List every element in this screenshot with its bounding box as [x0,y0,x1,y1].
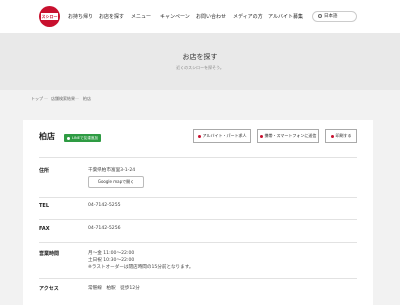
hours-note: ※ラストオーダーは閉店時間の15分前となります。 [88,265,194,270]
access-value: 常磐線 柏駅 徒歩12分 [88,286,140,291]
nav-recruit[interactable]: アルバイト募集 [268,12,303,22]
nav-campaign[interactable]: キャンペーン [160,12,190,22]
page-title: お店を探す [182,53,218,61]
breadcrumb-top[interactable]: トップ [31,96,43,102]
tel-value[interactable]: 04-7142-5255 [88,203,121,208]
print-button-label: 印刷する [335,133,352,138]
print-button[interactable]: 印刷する [325,129,357,143]
line-icon [67,136,70,140]
hours-weekend: 土日祝 10:30～22:00 [88,258,135,263]
language-label: 日本語 [324,14,338,19]
divider [39,197,357,198]
access-label: アクセス [39,286,59,292]
fax-label: FAX [39,226,50,232]
divider [39,242,357,243]
arrow-icon [259,134,263,138]
breadcrumb-separator: — [44,96,48,101]
globe-icon [318,13,322,18]
breadcrumb-current: 柏店 [83,96,91,101]
divider [39,157,357,158]
recruit-button-label: アルバイト・パート求人 [202,133,247,138]
nav-media[interactable]: メディアの方 [233,12,263,22]
breadcrumb-separator: — [75,96,79,101]
divider [39,219,357,220]
arrow-icon [197,134,201,138]
send-to-phone-label: 携帯・スマートフォンに送信 [264,133,317,138]
store-name: 柏店 [39,132,55,141]
breadcrumb-search-results[interactable]: 店舗検索結果 [51,96,75,102]
nav-contact[interactable]: お問い合わせ [196,12,226,22]
address-value: 千葉県柏市富里3-1-24 [88,168,136,173]
hours-label: 営業時間 [39,251,60,257]
google-map-button[interactable]: Google mapで開く [88,176,144,188]
line-add-friend-button[interactable]: LINEで友達追加 [64,134,101,142]
address-label: 住所 [39,168,50,174]
nav-menu[interactable]: メニュー [131,12,151,22]
nav-find-store[interactable]: お店を探す [99,12,124,22]
divider [39,278,357,279]
hours-weekday: 月～金 11:00～22:00 [88,251,135,256]
line-badge-label: LINEで友達追加 [72,136,98,140]
nav-takeout[interactable]: お持ち帰り [68,12,93,22]
page-subtitle: 近くのスシローを探そう。 [176,65,224,70]
tel-label: TEL [39,203,50,209]
send-to-phone-button[interactable]: 携帯・スマートフォンに送信 [257,129,319,143]
arrow-icon [330,134,334,138]
language-select[interactable]: 日本語 [312,11,357,22]
recruit-button[interactable]: アルバイト・パート求人 [193,129,251,143]
fax-value: 04-7142-5256 [88,226,121,231]
